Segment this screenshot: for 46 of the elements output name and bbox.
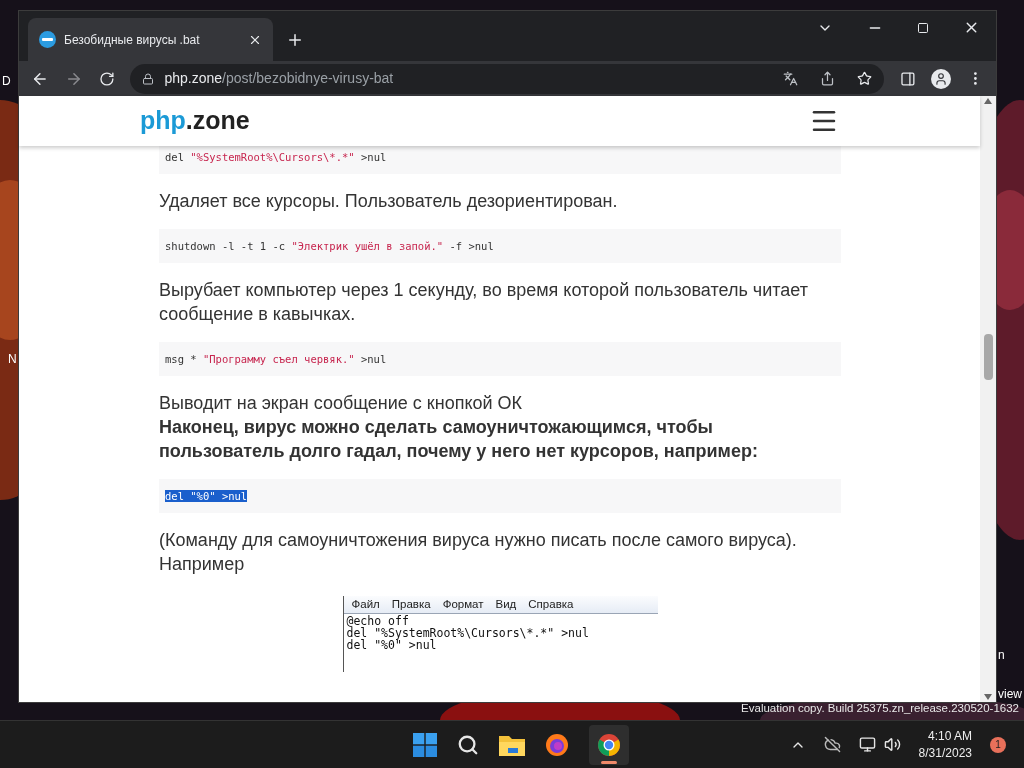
profile-icon[interactable] [931,68,952,89]
clock-date[interactable]: 8/31/2023 [918,744,972,762]
folder-icon[interactable] [499,733,525,756]
network-icon[interactable] [858,736,876,753]
new-tab-icon[interactable] [286,31,304,49]
site-logo[interactable]: php.zone [140,102,250,140]
code-block: del "%0" >nul [159,479,841,513]
translate-icon[interactable] [782,71,798,86]
tab-title: Безобидные вирусы .bat [64,31,201,49]
desktop-icon-label: n [998,647,1005,664]
scroll-up-icon[interactable] [984,98,992,104]
code-block: shutdown -l -t 1 -c "Электрик ушёл в запой." -f >nul [159,229,841,263]
bookmark-star-icon[interactable] [856,71,872,86]
code-line: del "%SystemRoot%\Cursors\*.*" >nul [346,627,589,639]
code-block: msg * "Программу съел червяк." >nul [159,342,841,376]
windows-logo-icon[interactable] [413,732,437,757]
volume-icon[interactable] [883,736,901,753]
desktop-icon-label: view [998,686,1022,703]
paragraph: Удаляет все курсоры. Пользователь дезориентирован. [159,190,619,213]
code-line: del "%0" >nul [346,639,437,651]
paragraph: Вырубает компьютер через 1 секунду, во время которой пользователь читает сообщение в кавычках. [159,279,809,326]
notification-badge[interactable]: 1 [990,736,1006,753]
share-icon[interactable] [819,71,835,86]
clock-time[interactable]: 4:10 AM [927,727,972,745]
paragraph: (Команду для самоуничтожения вируса нужно писать после самого вируса). Например [159,529,798,576]
maximize-icon[interactable] [917,21,929,34]
lock-icon [142,72,155,85]
side-panel-icon[interactable] [899,70,916,87]
paragraph: Наконец, вирус можно сделать самоуничтожающимся, чтобы пользователь долго гадал, почему у него нет курсоров, например: [159,416,759,463]
chrome-icon [597,732,621,757]
paragraph: Выводит на экран сообщение с кнопкой ОК [159,392,524,415]
code-line: @echo off [346,615,409,627]
firefox-icon[interactable] [545,732,569,757]
address-bar[interactable]: php.zone/post/bezobidnye-virusy-bat [130,63,884,94]
desktop-icon-label: D [2,73,11,90]
chrome-taskbar-button[interactable] [589,724,629,765]
scroll-down-icon[interactable] [984,694,992,700]
watermark-text: Evaluation copy. Build 25375.zn_release.230520-1632 [741,701,1019,716]
reload-icon[interactable] [98,70,115,87]
scrollbar-thumb[interactable] [983,334,993,380]
url-text: php.zone/post/bezobidnye-virusy-bat [164,69,395,88]
search-icon[interactable] [457,733,479,756]
browser-tab[interactable]: Безобидные вирусы .bat [28,18,273,61]
scrollbar[interactable] [980,96,996,702]
desktop-icon-label: N [8,351,17,368]
cloud-off-icon[interactable] [823,736,841,753]
